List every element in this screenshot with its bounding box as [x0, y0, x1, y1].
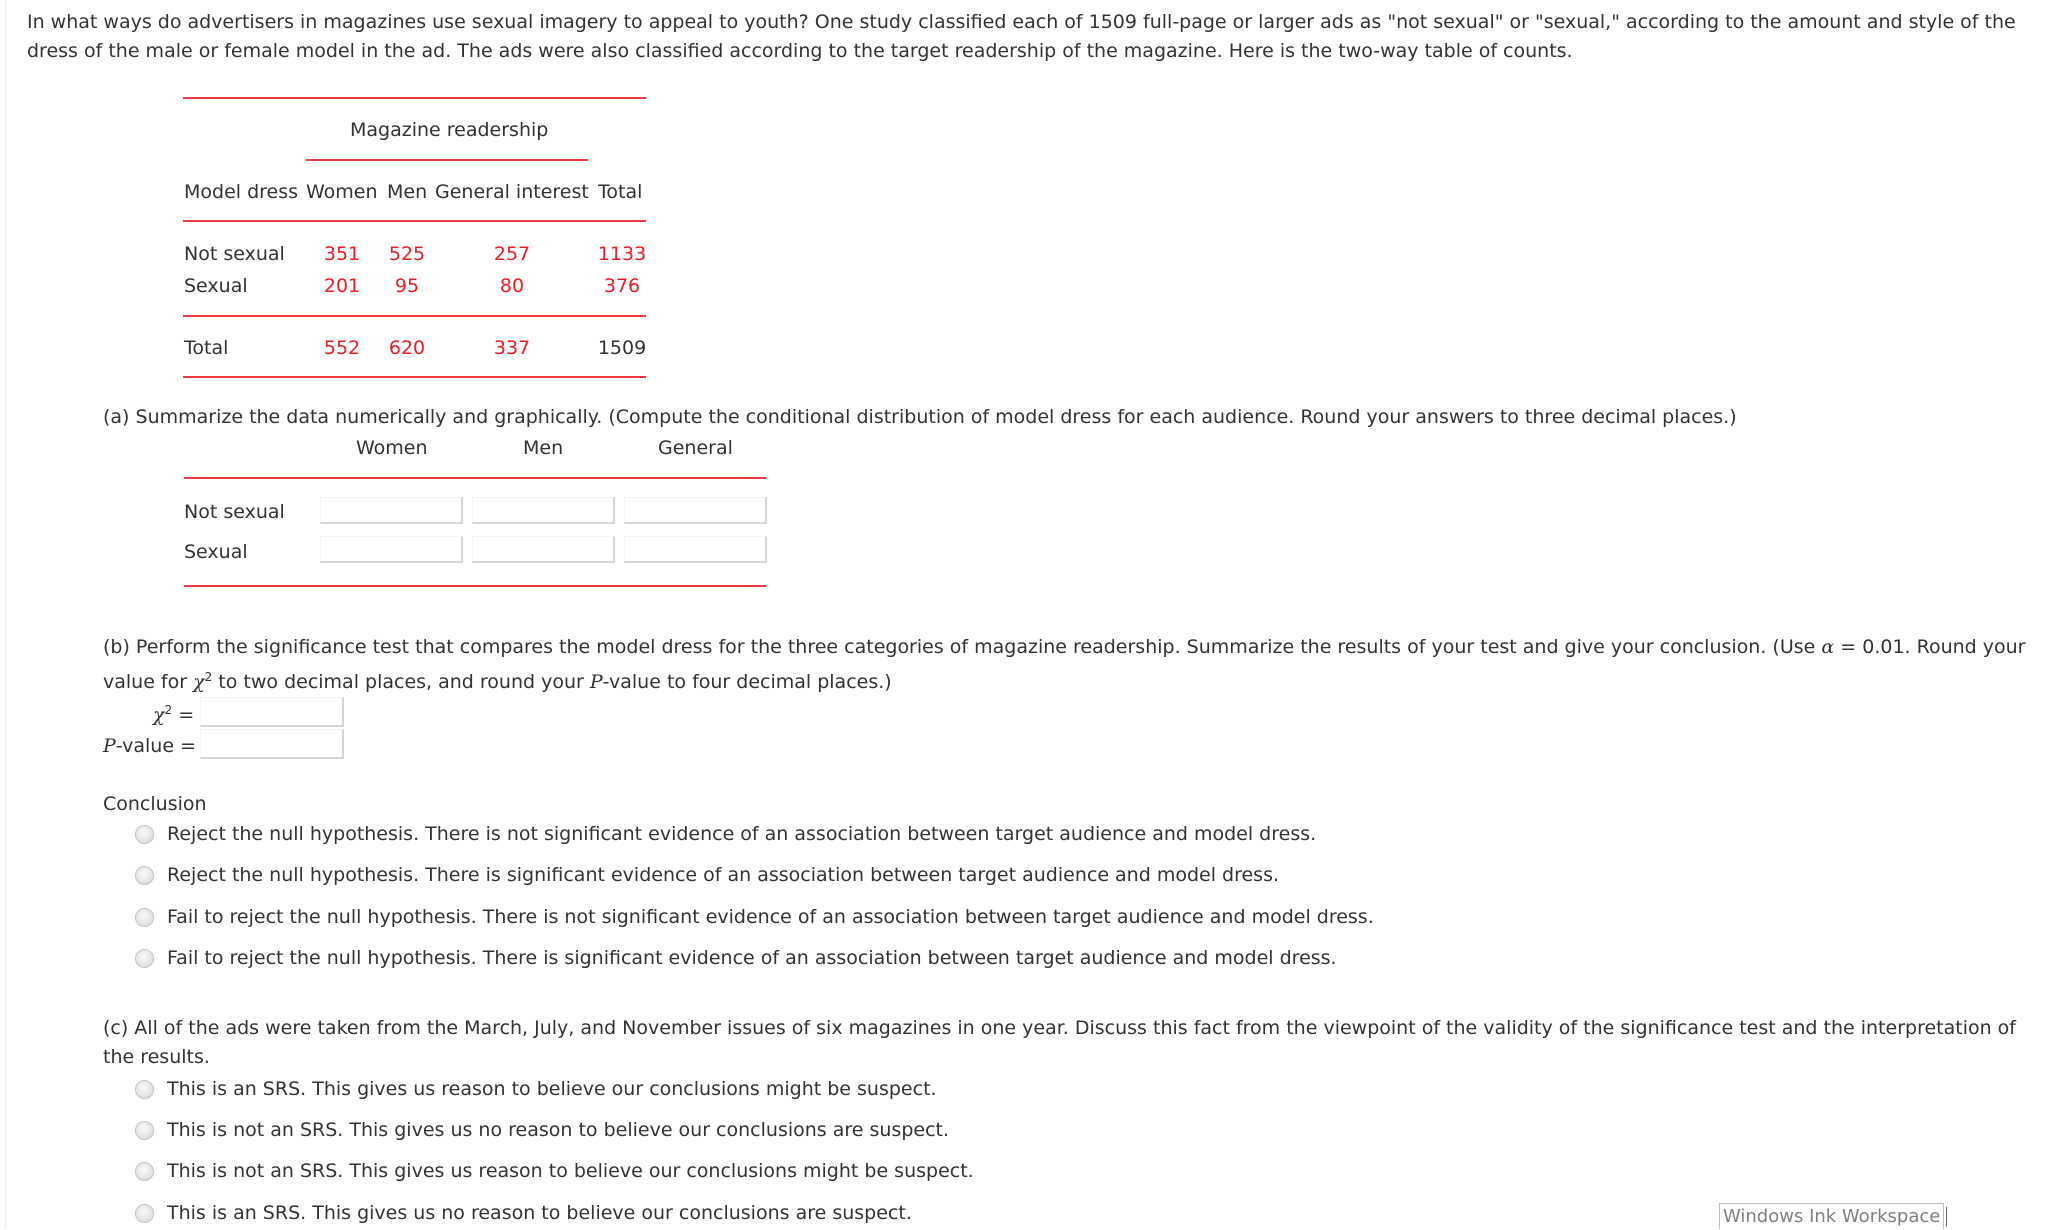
- p-value-input[interactable]: [200, 729, 344, 759]
- radio-button[interactable]: [135, 1120, 154, 1140]
- option-label[interactable]: This is not an SRS. This gives us reason…: [167, 1160, 974, 1182]
- group-header-rule: [306, 159, 588, 161]
- chi-symbol: χ: [153, 704, 165, 726]
- header-rule: [183, 220, 646, 222]
- radio-button[interactable]: [135, 948, 154, 968]
- option-label[interactable]: Reject the null hypothesis. There is sig…: [167, 864, 1279, 886]
- p-value-label-text: -value =: [115, 735, 196, 757]
- part-a-prompt: (a) Summarize the data numerically and g…: [103, 406, 1737, 428]
- alpha-value: = 0.01. Round your: [1834, 636, 2026, 658]
- col-header-women: Women: [306, 181, 378, 203]
- chi-square-label: χ2 =: [153, 703, 194, 726]
- sexual-women-field[interactable]: [321, 537, 461, 561]
- not-sexual-men-field[interactable]: [473, 498, 613, 522]
- row-label: Sexual: [184, 275, 248, 297]
- srs-option-1[interactable]: This is an SRS. This gives us reason to …: [135, 1075, 937, 1103]
- sexual-general-field[interactable]: [625, 537, 765, 561]
- sexual-men-input[interactable]: [472, 536, 615, 563]
- part-a-top-rule: [184, 477, 766, 479]
- radio-button[interactable]: [135, 1203, 154, 1223]
- srs-option-2[interactable]: This is not an SRS. This gives us no rea…: [135, 1116, 949, 1144]
- not-sexual-men-input[interactable]: [472, 497, 615, 524]
- p-italic: P: [103, 735, 116, 757]
- cell-value: 376: [603, 275, 641, 297]
- col-header-general: General: [658, 437, 733, 459]
- srs-option-3[interactable]: This is not an SRS. This gives us reason…: [135, 1157, 974, 1185]
- row-label: Total: [184, 337, 229, 359]
- col-header-model-dress: Model dress: [184, 181, 299, 203]
- prompt-text: (b) Perform the significance test that c…: [103, 636, 1822, 658]
- option-label[interactable]: Fail to reject the null hypothesis. Ther…: [167, 906, 1374, 928]
- radio-button[interactable]: [135, 1161, 154, 1181]
- cell-value: 257: [493, 243, 531, 265]
- radio-button[interactable]: [135, 907, 154, 927]
- table-bottom-rule: [183, 376, 646, 378]
- not-sexual-general-field[interactable]: [625, 498, 765, 522]
- cell-value: 552: [323, 337, 361, 359]
- page-left-border: [5, 0, 6, 1228]
- chi-exponent: 2: [164, 703, 173, 717]
- cell-value: 201: [323, 275, 361, 297]
- cell-value: 1133: [597, 243, 647, 265]
- srs-option-4[interactable]: This is an SRS. This gives us no reason …: [135, 1199, 912, 1227]
- col-header-general-interest: General interest: [435, 181, 589, 203]
- equals-sign: =: [172, 704, 195, 726]
- option-label[interactable]: Fail to reject the null hypothesis. Ther…: [167, 947, 1337, 969]
- prompt-text: to two decimal places, and round your: [212, 671, 590, 693]
- not-sexual-women-field[interactable]: [321, 498, 461, 522]
- cell-value: 351: [323, 243, 361, 265]
- prompt-text: -value to four decimal places.): [602, 671, 892, 693]
- cell-value: 620: [388, 337, 426, 359]
- conclusion-label: Conclusion: [103, 793, 207, 815]
- col-header-men: Men: [387, 181, 428, 203]
- option-label[interactable]: This is not an SRS. This gives us no rea…: [167, 1119, 949, 1141]
- option-label[interactable]: This is an SRS. This gives us no reason …: [167, 1202, 912, 1224]
- radio-button[interactable]: [135, 824, 154, 844]
- p-italic: P: [589, 671, 603, 693]
- row-label: Not sexual: [184, 501, 285, 523]
- group-header: Magazine readership: [350, 119, 549, 141]
- p-value-field[interactable]: [201, 730, 342, 757]
- alpha-symbol: α: [1821, 636, 1835, 658]
- conclusion-option-2[interactable]: Reject the null hypothesis. There is sig…: [135, 861, 1279, 889]
- conclusion-option-3[interactable]: Fail to reject the null hypothesis. Ther…: [135, 903, 1374, 931]
- body-rule: [183, 315, 646, 317]
- table-top-rule: [183, 97, 646, 99]
- windows-ink-workspace-tooltip: Windows Ink Workspace: [1719, 1203, 1948, 1229]
- radio-button[interactable]: [135, 865, 154, 885]
- cell-value: 337: [493, 337, 531, 359]
- part-c-prompt: (c) All of the ads were taken from the M…: [103, 1017, 2016, 1068]
- part-a-bottom-rule: [184, 585, 766, 587]
- chi-symbol: χ: [193, 671, 205, 693]
- option-label[interactable]: This is an SRS. This gives us reason to …: [167, 1078, 937, 1100]
- col-header-total: Total: [598, 181, 643, 203]
- not-sexual-women-input[interactable]: [320, 497, 463, 524]
- chi-square-field[interactable]: [201, 698, 342, 725]
- intro-text: In what ways do advertisers in magazines…: [27, 11, 2016, 62]
- conclusion-option-1[interactable]: Reject the null hypothesis. There is not…: [135, 820, 1316, 848]
- row-label: Not sexual: [184, 243, 285, 265]
- cell-value: 1509: [597, 337, 647, 359]
- cell-value: 95: [394, 275, 420, 297]
- part-b-prompt-line2: value for χ2 to two decimal places, and …: [103, 670, 892, 693]
- radio-button[interactable]: [135, 1079, 154, 1099]
- conclusion-option-4[interactable]: Fail to reject the null hypothesis. Ther…: [135, 944, 1337, 972]
- cell-value: 525: [388, 243, 426, 265]
- not-sexual-general-input[interactable]: [624, 497, 767, 524]
- part-b-prompt-line1: (b) Perform the significance test that c…: [103, 636, 2026, 658]
- p-value-label: P-value =: [103, 735, 196, 757]
- col-header-women: Women: [356, 437, 428, 459]
- chi-square-input[interactable]: [200, 697, 344, 727]
- prompt-text: value for: [103, 671, 194, 693]
- cell-value: 80: [499, 275, 525, 297]
- option-label[interactable]: Reject the null hypothesis. There is not…: [167, 823, 1316, 845]
- sexual-men-field[interactable]: [473, 537, 613, 561]
- sexual-women-input[interactable]: [320, 536, 463, 563]
- row-label: Sexual: [184, 541, 248, 563]
- sexual-general-input[interactable]: [624, 536, 767, 563]
- col-header-men: Men: [523, 437, 564, 459]
